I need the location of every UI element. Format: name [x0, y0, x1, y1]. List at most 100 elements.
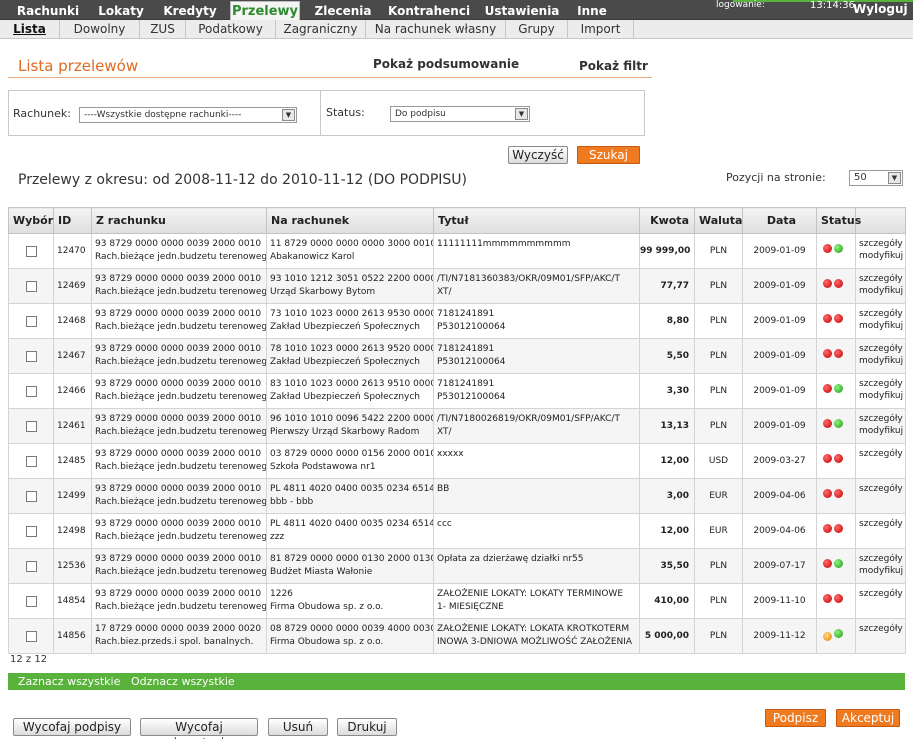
deselect-all-link[interactable]: Odznacz wszystkie: [131, 675, 235, 688]
row-id: 12461: [53, 408, 92, 444]
tab-ustawienia[interactable]: Ustawienia: [482, 3, 562, 20]
title-line-1: 7181241891: [437, 309, 495, 319]
row-checkbox[interactable]: [25, 630, 37, 642]
row-id: 12466: [53, 373, 92, 409]
per-page-select[interactable]: 50 ▼: [849, 170, 903, 186]
subtab-import[interactable]: Import: [568, 20, 634, 39]
details-link[interactable]: szczegóły: [859, 588, 903, 600]
details-link[interactable]: szczegóły: [859, 553, 903, 565]
amount: 13,13: [639, 408, 695, 444]
tab-rachunki[interactable]: Rachunki: [12, 3, 84, 20]
select-all-link[interactable]: Zaznacz wszystkie: [18, 675, 120, 688]
tab-inne[interactable]: Inne: [572, 3, 612, 20]
tab-kontrahenci[interactable]: Kontrahenci: [388, 3, 470, 20]
from-account-cell: 93 8729 0000 0000 0039 2000 0010 Rach.bie…: [91, 513, 267, 549]
modify-link[interactable]: modyfikuj: [859, 250, 903, 262]
from-account-name: Rach.bieżące jedn.budzetu terenoweg ...: [95, 322, 267, 332]
to-account-cell: 03 8729 0000 0000 0156 2000 0010 Szkoła P…: [266, 443, 434, 479]
accept-button[interactable]: Akceptuj: [836, 709, 900, 727]
print-button[interactable]: Drukuj: [337, 718, 397, 736]
row-checkbox[interactable]: [25, 490, 37, 502]
from-account-cell: 93 8729 0000 0000 0039 2000 0010 Rach.bie…: [91, 268, 267, 304]
tab-przelewy[interactable]: Przelewy: [230, 1, 300, 21]
sub-nav: Lista Dowolny ZUS Podatkowy Zagraniczny …: [0, 20, 913, 39]
row-checkbox[interactable]: [25, 245, 37, 257]
subtab-grupy[interactable]: Grupy: [506, 20, 568, 39]
status-select[interactable]: Do podpisu ▼: [390, 106, 530, 122]
subtab-podatkowy[interactable]: Podatkowy: [186, 20, 276, 39]
currency: PLN: [694, 408, 743, 444]
delete-button[interactable]: Usuń: [268, 718, 328, 736]
from-account-number: 93 8729 0000 0000 0039 2000 0010: [95, 309, 262, 319]
search-button[interactable]: Szukaj: [577, 146, 640, 164]
modify-link[interactable]: modyfikuj: [859, 320, 903, 332]
period-heading: Przelewy z okresu: od 2008-11-12 do 2010…: [18, 172, 468, 188]
subtab-na-rachunek-wlasny[interactable]: Na rachunek własny: [366, 20, 506, 39]
row-checkbox[interactable]: [25, 350, 37, 362]
subtab-zus[interactable]: ZUS: [140, 20, 186, 39]
logout-link[interactable]: Wyloguj: [853, 2, 908, 16]
modify-link[interactable]: modyfikuj: [859, 285, 903, 297]
row-checkbox[interactable]: [25, 455, 37, 467]
clear-button[interactable]: Wyczyść: [508, 146, 568, 164]
show-summary-link[interactable]: Pokaż podsumowanie: [373, 57, 519, 71]
row-checkbox[interactable]: [25, 420, 37, 432]
status-cell: [816, 303, 856, 339]
from-account-number: 93 8729 0000 0000 0039 2000 0010: [95, 344, 262, 354]
modify-link[interactable]: modyfikuj: [859, 565, 903, 577]
status-red-icon: [823, 454, 832, 463]
row-id: 14854: [53, 583, 92, 619]
from-account-cell: 93 8729 0000 0000 0039 2000 0010 Rach.bie…: [91, 583, 267, 619]
details-link[interactable]: szczegóły: [859, 448, 903, 460]
subtab-zagraniczny[interactable]: Zagraniczny: [276, 20, 366, 39]
details-link[interactable]: szczegóły: [859, 238, 903, 250]
sign-button[interactable]: Podpisz: [765, 709, 826, 727]
from-account-number: 93 8729 0000 0000 0039 2000 0010: [95, 274, 262, 284]
row-checkbox[interactable]: [25, 560, 37, 572]
details-link[interactable]: szczegóły: [859, 623, 903, 635]
details-link[interactable]: szczegóły: [859, 518, 903, 530]
select-cell: [8, 443, 54, 479]
tab-zlecenia[interactable]: Zlecenia: [310, 3, 376, 20]
row-checkbox[interactable]: [25, 595, 37, 607]
details-link[interactable]: szczegóły: [859, 413, 903, 425]
title-line-1: /TI/N7180026819/OKR/09M01/SFP/AKC/T: [437, 414, 620, 424]
modify-link[interactable]: modyfikuj: [859, 390, 903, 402]
row-checkbox[interactable]: [25, 385, 37, 397]
details-link[interactable]: szczegóły: [859, 343, 903, 355]
details-link[interactable]: szczegóły: [859, 273, 903, 285]
tab-kredyty[interactable]: Kredyty: [160, 3, 220, 20]
from-account-number: 93 8729 0000 0000 0039 2000 0010: [95, 519, 262, 529]
subtab-lista[interactable]: Lista: [0, 20, 60, 39]
row-checkbox[interactable]: [25, 525, 37, 537]
withdraw-signatures-button[interactable]: Wycofaj podpisy: [13, 718, 131, 736]
details-link[interactable]: szczegóły: [859, 308, 903, 320]
subtab-dowolny[interactable]: Dowolny: [60, 20, 140, 39]
col-amount: Kwota: [639, 207, 695, 234]
from-account-number: 93 8729 0000 0000 0039 2000 0010: [95, 414, 262, 424]
modify-link[interactable]: modyfikuj: [859, 355, 903, 367]
title-line-1: ZAŁOŻENIE LOKATY: LOKATY TERMINOWE: [437, 589, 624, 599]
status-red-icon: [823, 524, 832, 533]
table-row: 14854 93 8729 0000 0000 0039 2000 0010 Rac…: [8, 583, 906, 619]
to-account-number: PL 4811 4020 0400 0035 0234 651469: [270, 519, 434, 529]
to-account-number: 78 1010 1023 0000 2613 9520 0000: [270, 344, 434, 354]
actions-cell: szczegóły modyfikuj: [855, 303, 906, 339]
row-checkbox[interactable]: [25, 315, 37, 327]
tab-lokaty[interactable]: Lokaty: [92, 3, 150, 20]
title-line-2: XT/: [437, 427, 452, 437]
actions-cell: szczegóły modyfikuj: [855, 338, 906, 374]
status-cell: [816, 443, 856, 479]
chevron-down-icon: ▼: [282, 109, 295, 121]
table-row: 14856 17 8729 0000 0000 0039 2000 0020 Rac…: [8, 618, 906, 654]
row-checkbox[interactable]: [25, 280, 37, 292]
modify-link[interactable]: modyfikuj: [859, 425, 903, 437]
main-nav: Rachunki Lokaty Kredyty Przelewy Zleceni…: [0, 0, 913, 21]
withdraw-acceptance-button[interactable]: Wycofaj akceptacje: [140, 718, 258, 739]
details-link[interactable]: szczegóły: [859, 483, 903, 495]
account-select[interactable]: ----Wszystkie dostępne rachunki---- ▼: [79, 107, 297, 123]
show-filter-link[interactable]: Pokaż filtr: [579, 59, 648, 73]
details-link[interactable]: szczegóły: [859, 378, 903, 390]
to-account-name: bbb - bbb: [270, 497, 314, 507]
transfers-table: Wybór ID Z rachunku Na rachunek Tytuł Kw…: [8, 207, 906, 654]
